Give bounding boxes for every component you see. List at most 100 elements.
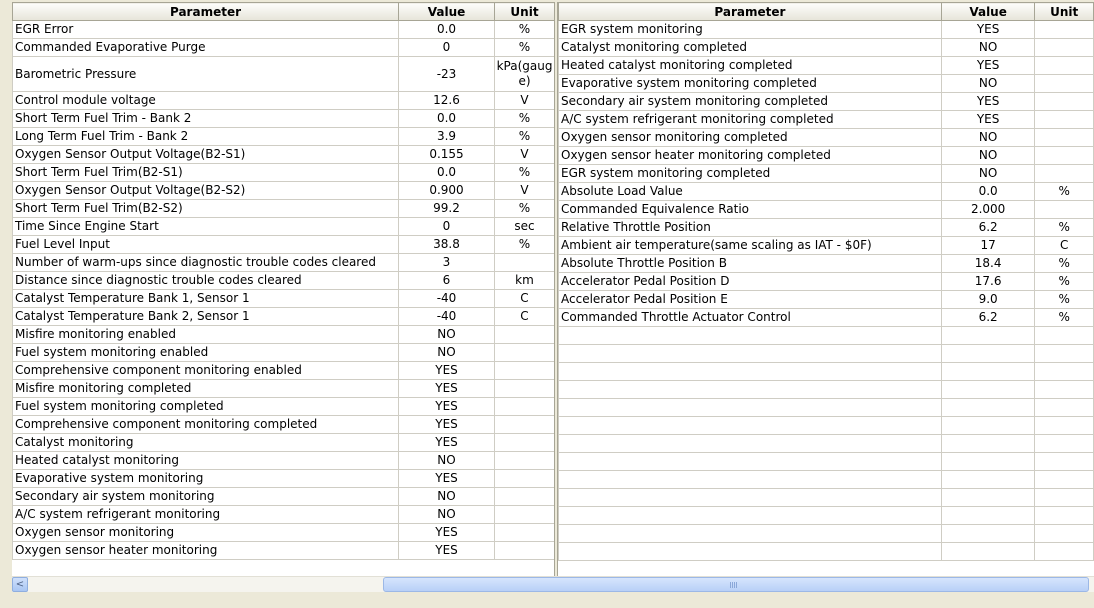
value-cell: NO: [398, 487, 495, 506]
empty-cell: [940, 470, 1036, 489]
empty-cell: [940, 398, 1036, 417]
table-row[interactable]: Absolute Load Value 0.0%: [558, 182, 1094, 201]
table-row[interactable]: EGR system monitoring YES: [558, 20, 1094, 39]
table-row[interactable]: Relative Throttle Position 6.2%: [558, 218, 1094, 237]
parameter-cell: Oxygen sensor monitoring completed: [558, 128, 942, 147]
unit-cell: [494, 505, 555, 524]
table-row[interactable]: Accelerator Pedal Position D 17.6%: [558, 272, 1094, 291]
table-row[interactable]: Commanded Evaporative Purge 0%: [12, 38, 555, 57]
table-row[interactable]: Misfire monitoring completed YES: [12, 379, 555, 398]
scrollbar-thumb[interactable]: [383, 577, 1089, 592]
table-row[interactable]: Accelerator Pedal Position E 9.0%: [558, 290, 1094, 309]
unit-cell: sec: [494, 217, 555, 236]
table-row[interactable]: Distance since diagnostic trouble codes …: [12, 271, 555, 290]
table-row[interactable]: Misfire monitoring enabled NO: [12, 325, 555, 344]
unit-cell: [1034, 74, 1094, 93]
table-row[interactable]: Long Term Fuel Trim - Bank 2 3.9%: [12, 127, 555, 146]
value-cell: 0: [398, 38, 495, 57]
value-cell: -23: [398, 56, 495, 92]
value-cell: NO: [398, 451, 495, 470]
empty-table-row: [558, 506, 1094, 525]
value-cell: NO: [940, 146, 1036, 165]
table-row[interactable]: Oxygen sensor heater monitoring YES: [12, 541, 555, 560]
parameter-cell: Ambient air temperature(same scaling as …: [558, 236, 942, 255]
empty-cell: [1034, 506, 1094, 525]
table-row[interactable]: Secondary air system monitoring NO: [12, 487, 555, 506]
table-row[interactable]: Control module voltage 12.6 V: [12, 91, 555, 110]
empty-cell: [558, 542, 942, 561]
empty-cell: [940, 326, 1036, 345]
table-row[interactable]: Oxygen Sensor Output Voltage(B2-S1) 0.155…: [12, 145, 555, 164]
table-row[interactable]: Heated catalyst monitoring completed YES: [558, 56, 1094, 75]
table-row[interactable]: EGR system monitoring completed NO: [558, 164, 1094, 183]
unit-column-header[interactable]: Unit: [494, 2, 555, 21]
parameter-grid-area: Parameter Value Unit EGR Error 0.0% Comman…: [12, 2, 1094, 576]
table-row[interactable]: Catalyst monitoring completed NO: [558, 38, 1094, 57]
table-row[interactable]: Comprehensive component monitoring enabl…: [12, 361, 555, 380]
empty-cell: [1034, 398, 1094, 417]
empty-cell: [1034, 380, 1094, 399]
table-row[interactable]: Commanded Throttle Actuator Control 6.2%: [558, 308, 1094, 327]
parameter-column-header[interactable]: Parameter: [558, 2, 942, 21]
parameter-cell: Commanded Evaporative Purge: [12, 38, 399, 57]
table-row[interactable]: Number of warm-ups since diagnostic trou…: [12, 253, 555, 272]
table-row[interactable]: Commanded Equivalence Ratio 2.000: [558, 200, 1094, 219]
table-row[interactable]: Oxygen sensor heater monitoring complete…: [558, 146, 1094, 165]
table-row[interactable]: A/C system refrigerant monitoring NO: [12, 505, 555, 524]
empty-cell: [558, 434, 942, 453]
value-cell: 17.6: [940, 272, 1036, 291]
empty-cell: [558, 398, 942, 417]
table-row[interactable]: Heated catalyst monitoring NO: [12, 451, 555, 470]
table-row[interactable]: Short Term Fuel Trim(B2-S1) 0.0%: [12, 163, 555, 182]
unit-cell: C: [494, 289, 555, 308]
table-row[interactable]: Evaporative system monitoring YES: [12, 469, 555, 488]
table-row[interactable]: EGR Error 0.0%: [12, 20, 555, 39]
parameter-cell: Catalyst Temperature Bank 2, Sensor 1: [12, 307, 399, 326]
unit-cell: %: [1034, 308, 1094, 327]
parameter-cell: Evaporative system monitoring completed: [558, 74, 942, 93]
table-row[interactable]: Ambient air temperature(same scaling as …: [558, 236, 1094, 255]
value-column-header[interactable]: Value: [940, 2, 1036, 21]
table-row[interactable]: Oxygen Sensor Output Voltage(B2-S2) 0.900…: [12, 181, 555, 200]
table-row[interactable]: Secondary air system monitoring complete…: [558, 92, 1094, 111]
table-row[interactable]: Oxygen sensor monitoring completed NO: [558, 128, 1094, 147]
parameter-column-header[interactable]: Parameter: [12, 2, 399, 21]
value-cell: 17: [940, 236, 1036, 255]
table-row[interactable]: Absolute Throttle Position B 18.4%: [558, 254, 1094, 273]
value-cell: 18.4: [940, 254, 1036, 273]
table-row[interactable]: Catalyst Temperature Bank 1, Sensor 1 -40…: [12, 289, 555, 308]
unit-cell: [494, 415, 555, 434]
table-row[interactable]: Fuel system monitoring completed YES: [12, 397, 555, 416]
table-row[interactable]: A/C system refrigerant monitoring comple…: [558, 110, 1094, 129]
empty-cell: [558, 506, 942, 525]
parameter-cell: Accelerator Pedal Position E: [558, 290, 942, 309]
empty-cell: [940, 416, 1036, 435]
table-row[interactable]: Short Term Fuel Trim(B2-S2) 99.2%: [12, 199, 555, 218]
table-row[interactable]: Time Since Engine Start 0 sec: [12, 217, 555, 236]
unit-cell: %: [494, 163, 555, 182]
table-row[interactable]: Barometric Pressure -23 kPa(gauge): [12, 56, 555, 92]
value-column-header[interactable]: Value: [398, 2, 495, 21]
empty-table-row: [558, 488, 1094, 507]
table-row[interactable]: Fuel system monitoring enabled NO: [12, 343, 555, 362]
scroll-left-arrow-icon[interactable]: <: [12, 577, 28, 592]
empty-cell: [558, 362, 942, 381]
table-row[interactable]: Evaporative system monitoring completed N…: [558, 74, 1094, 93]
parameter-cell: Short Term Fuel Trim(B2-S2): [12, 199, 399, 218]
parameter-cell: Oxygen sensor heater monitoring: [12, 541, 399, 560]
table-row[interactable]: Catalyst Temperature Bank 2, Sensor 1 -40…: [12, 307, 555, 326]
value-cell: -40: [398, 307, 495, 326]
table-row[interactable]: Catalyst monitoring YES: [12, 433, 555, 452]
table-row[interactable]: Oxygen sensor monitoring YES: [12, 523, 555, 542]
horizontal-scrollbar[interactable]: <: [12, 576, 1094, 592]
table-row[interactable]: Short Term Fuel Trim - Bank 2 0.0%: [12, 109, 555, 128]
table-row[interactable]: Comprehensive component monitoring compl…: [12, 415, 555, 434]
empty-table-row: [558, 524, 1094, 543]
unit-cell: [494, 253, 555, 272]
table-row[interactable]: Fuel Level Input 38.8%: [12, 235, 555, 254]
empty-cell: [940, 452, 1036, 471]
unit-column-header[interactable]: Unit: [1034, 2, 1094, 21]
value-cell: 0.155: [398, 145, 495, 164]
value-cell: YES: [940, 92, 1036, 111]
value-cell: 0.0: [940, 182, 1036, 201]
